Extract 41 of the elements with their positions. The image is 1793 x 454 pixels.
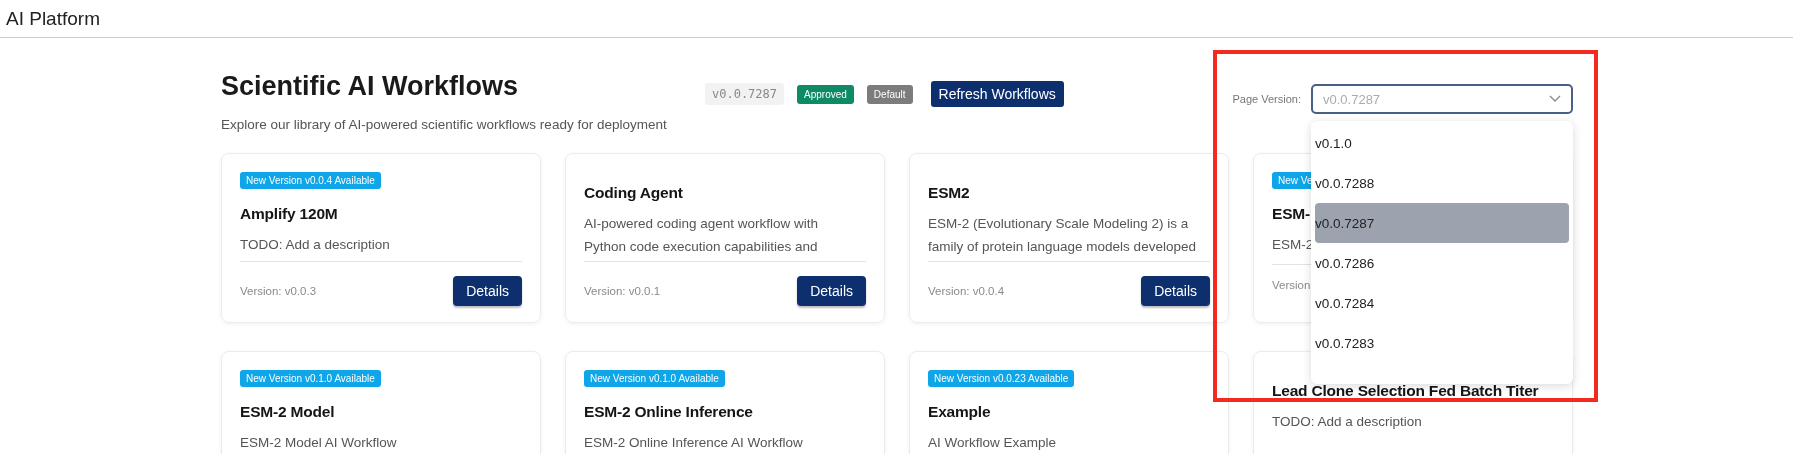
new-version-badge: New Version v0.0.23 Available — [928, 370, 1075, 387]
card-title: ESM- — [1272, 205, 1310, 223]
card-description: ESM-2 (Evolutionary Scale Modeling 2) is a family of protein language models developed — [928, 215, 1196, 256]
details-button[interactable]: Details — [1141, 276, 1210, 306]
card-description: TODO: Add a description — [240, 236, 390, 254]
card-description: ESM-2 — [1272, 236, 1314, 254]
card-version: Version: v0.0.1 — [584, 285, 661, 297]
card-title: Lead Clone Selection Fed Batch Titer — [1272, 382, 1539, 400]
card-description: AI-powered coding agent workflow with Python code execution capabilities and — [584, 215, 820, 256]
chevron-down-icon — [1549, 95, 1561, 103]
dropdown-option[interactable]: v0.0.7287 — [1315, 203, 1569, 243]
card-title: ESM-2 Online Inference — [584, 403, 753, 421]
refresh-button[interactable]: Refresh Workflows — [930, 81, 1064, 107]
card-title: ESM-2 Model — [240, 403, 335, 421]
card-version: Version: v0.0.4 — [928, 285, 1005, 297]
card-title: Example — [928, 403, 991, 421]
card-description: TODO: Add a description — [1272, 413, 1422, 431]
version-label: Page Version: — [1232, 93, 1301, 105]
status-badge: Default — [866, 84, 913, 104]
dropdown-option[interactable]: v0.1.0 — [1315, 123, 1569, 163]
dropdown-option[interactable]: v0.0.7286 — [1315, 243, 1569, 283]
card-description: ESM-2 Online Inference AI Workflow — [584, 434, 803, 452]
new-version-badge: New Version v0.0.4 Available — [240, 172, 381, 189]
version-tag: v0.0.7287 — [705, 83, 785, 105]
new-version-badge: New Version v0.1.0 Available — [584, 370, 725, 387]
card-description: ESM-2 Model AI Workflow — [240, 434, 397, 452]
dropdown-option[interactable]: v0.0.7284 — [1315, 283, 1569, 323]
app-title: AI Platform — [6, 7, 100, 30]
details-button[interactable]: Details — [453, 276, 522, 306]
page-subtitle: Explore our library of AI-powered scientific workflows ready for deployment — [221, 117, 668, 132]
status-badge: Approved — [797, 84, 854, 104]
card-title: Amplify 120M — [240, 205, 338, 223]
card-title: Coding Agent — [584, 184, 683, 202]
new-version-badge: New Version v0.1.0 Available — [240, 370, 381, 387]
card-version: Version: v0.0.3 — [240, 285, 317, 297]
dropdown-option[interactable]: v0.0.7283 — [1315, 323, 1569, 363]
card-version: Version — [1272, 279, 1311, 291]
details-button[interactable]: Details — [797, 276, 866, 306]
card-title: ESM2 — [928, 184, 970, 202]
page-title: Scientific AI Workflows — [221, 70, 520, 103]
card-description: AI Workflow Example — [928, 434, 1057, 452]
